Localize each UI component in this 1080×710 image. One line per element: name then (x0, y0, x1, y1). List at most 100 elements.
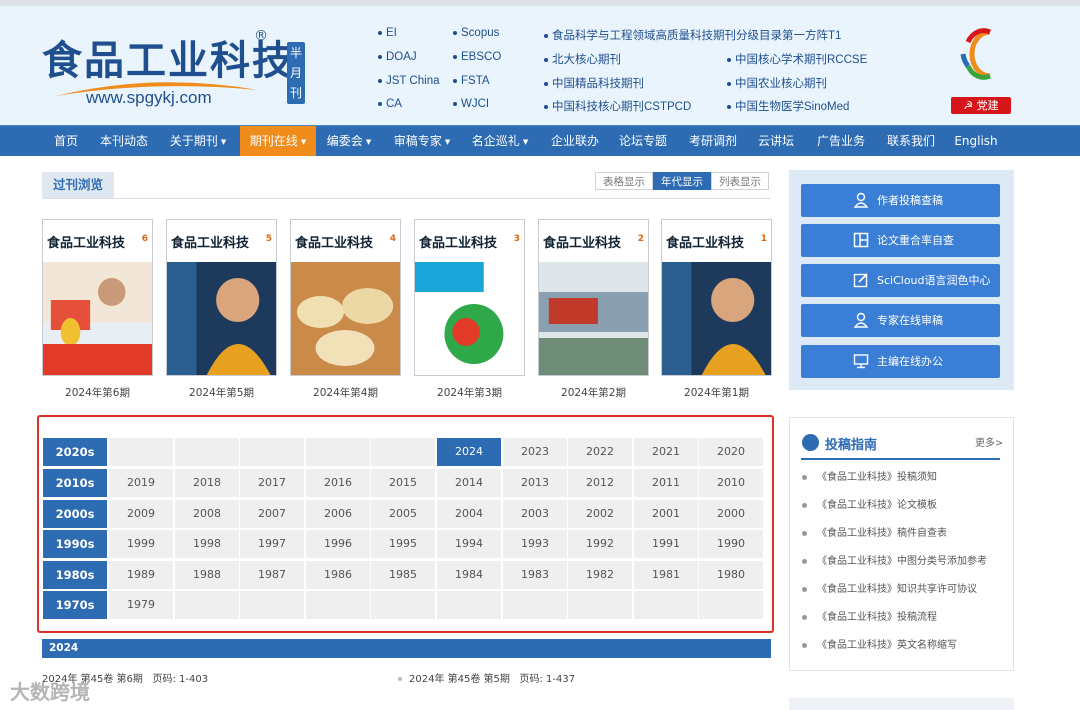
cover-caption[interactable]: 2024年第4期 (290, 385, 401, 400)
year-link[interactable]: 1994 (437, 530, 501, 558)
decade-button[interactable]: 2020s (43, 438, 107, 466)
tab-back-issues[interactable]: 过刊浏览 (42, 172, 114, 198)
cover-caption[interactable]: 2024年第6期 (42, 385, 153, 400)
decade-button[interactable]: 1970s (43, 591, 107, 619)
issue-cover[interactable]: 食品工业科技 2 (538, 219, 649, 376)
nav-item-enterprises[interactable]: 名企巡礼 ▼ (466, 126, 534, 156)
year-link[interactable]: 1999 (109, 530, 173, 558)
guide-link[interactable]: 《食品工业科技》中图分类号添加参考 (802, 552, 987, 567)
nav-item-cooperation[interactable]: 企业联办 (546, 126, 604, 156)
year-link[interactable]: 2012 (568, 469, 632, 497)
year-link[interactable]: 1979 (109, 591, 173, 619)
issue-cover[interactable]: 食品工业科技 5 (166, 219, 277, 376)
nav-item-reviewers[interactable]: 审稿专家 ▼ (388, 126, 456, 156)
year-link[interactable]: 1985 (371, 561, 435, 589)
year-link[interactable]: 1991 (634, 530, 698, 558)
year-link[interactable]: 1982 (568, 561, 632, 589)
year-link[interactable]: 1992 (568, 530, 632, 558)
year-link[interactable]: 1984 (437, 561, 501, 589)
author-submission-button[interactable]: 作者投稿查稿 (801, 184, 1000, 217)
guide-link[interactable]: 《食品工业科技》投稿须知 (802, 468, 937, 483)
year-link[interactable]: 2009 (109, 500, 173, 528)
nav-item-contact[interactable]: 联系我们 (882, 126, 940, 156)
issue-cover[interactable]: 食品工业科技 4 (290, 219, 401, 376)
expert-review-button[interactable]: 专家在线审稿 (801, 304, 1000, 337)
issue-cover[interactable]: 食品工业科技 3 (414, 219, 525, 376)
decade-button[interactable]: 2000s (43, 500, 107, 528)
nav-item-english[interactable]: English (950, 126, 1002, 156)
year-link[interactable]: 2007 (240, 500, 304, 528)
year-link[interactable]: 1981 (634, 561, 698, 589)
year-link[interactable]: 1986 (306, 561, 370, 589)
nav-item-home[interactable]: 首页 (44, 126, 88, 156)
nav-item-cloud-lecture[interactable]: 云讲坛 (752, 126, 800, 156)
year-link[interactable]: 1988 (175, 561, 239, 589)
year-link[interactable]: 2005 (371, 500, 435, 528)
year-link[interactable]: 2008 (175, 500, 239, 528)
year-link[interactable]: 1998 (175, 530, 239, 558)
similarity-check-button[interactable]: 论文重合率自查 (801, 224, 1000, 257)
year-link[interactable]: 2019 (109, 469, 173, 497)
decade-button[interactable]: 1980s (43, 561, 107, 589)
year-link[interactable]: 2023 (503, 438, 567, 466)
year-link[interactable]: 1989 (109, 561, 173, 589)
nav-item-forum[interactable]: 论坛专题 (614, 126, 672, 156)
year-link[interactable]: 2021 (634, 438, 698, 466)
year-link[interactable]: 2024 (437, 438, 501, 466)
more-link[interactable]: 更多> (975, 434, 1003, 449)
issue-cover[interactable]: 食品工业科技 1 (661, 219, 772, 376)
year-link[interactable]: 1990 (699, 530, 763, 558)
nav-item-advertising[interactable]: 广告业务 (812, 126, 870, 156)
year-link[interactable]: 2013 (503, 469, 567, 497)
year-link[interactable]: 1993 (503, 530, 567, 558)
year-link[interactable]: 2002 (568, 500, 632, 528)
year-section-header: 2024 (42, 639, 771, 658)
year-link[interactable]: 2000 (699, 500, 763, 528)
guide-link[interactable]: 《食品工业科技》英文名称缩写 (802, 636, 957, 651)
issue-cover[interactable]: 食品工业科技 6 (42, 219, 153, 376)
year-link[interactable]: 2018 (175, 469, 239, 497)
year-link[interactable]: 1980 (699, 561, 763, 589)
year-link[interactable]: 2014 (437, 469, 501, 497)
nav-item-journal-online[interactable]: 期刊在线 ▼ (240, 126, 316, 156)
decade-view-button[interactable]: 年代显示 (653, 172, 711, 190)
decade-button[interactable]: 2010s (43, 469, 107, 497)
site-logo[interactable]: 食品工业科技 ® www.spgykj.com (42, 28, 302, 114)
year-link[interactable]: 1987 (240, 561, 304, 589)
guide-link[interactable]: 《食品工业科技》投稿流程 (802, 608, 937, 623)
year-link[interactable]: 2001 (634, 500, 698, 528)
year-link[interactable]: 2022 (568, 438, 632, 466)
nav-item-transfer[interactable]: 考研调剂 (684, 126, 742, 156)
cover-caption[interactable]: 2024年第5期 (166, 385, 277, 400)
year-link[interactable]: 2017 (240, 469, 304, 497)
nav-item-about[interactable]: 关于期刊 ▼ (164, 126, 232, 156)
user-icon (853, 312, 869, 328)
year-link[interactable]: 2015 (371, 469, 435, 497)
year-link[interactable]: 2011 (634, 469, 698, 497)
year-link[interactable]: 1983 (503, 561, 567, 589)
party-building-button[interactable]: ☭ 党建 (951, 97, 1011, 114)
issue-list-item[interactable]: 2024年 第45卷 第5期 页码: 1-437 (398, 670, 575, 685)
guide-link[interactable]: 《食品工业科技》稿件自查表 (802, 524, 947, 539)
year-link[interactable]: 1997 (240, 530, 304, 558)
year-link[interactable]: 2004 (437, 500, 501, 528)
year-link[interactable]: 2020 (699, 438, 763, 466)
year-link[interactable]: 2003 (503, 500, 567, 528)
year-link[interactable]: 2010 (699, 469, 763, 497)
cover-caption[interactable]: 2024年第3期 (414, 385, 525, 400)
guide-link[interactable]: 《食品工业科技》论文模板 (802, 496, 937, 511)
editor-office-button[interactable]: 主编在线办公 (801, 345, 1000, 378)
nav-item-news[interactable]: 本刊动态 (96, 126, 152, 156)
list-view-button[interactable]: 列表显示 (711, 172, 769, 190)
cover-caption[interactable]: 2024年第2期 (538, 385, 649, 400)
year-link[interactable]: 2006 (306, 500, 370, 528)
year-link[interactable]: 1995 (371, 530, 435, 558)
nav-item-editorial-board[interactable]: 编委会 ▼ (320, 126, 378, 156)
year-link[interactable]: 2016 (306, 469, 370, 497)
cover-caption[interactable]: 2024年第1期 (661, 385, 772, 400)
table-view-button[interactable]: 表格显示 (595, 172, 653, 190)
decade-button[interactable]: 1990s (43, 530, 107, 558)
year-link[interactable]: 1996 (306, 530, 370, 558)
guide-link[interactable]: 《食品工业科技》知识共享许可协议 (802, 580, 977, 595)
language-polish-button[interactable]: SciCloud语言润色中心 (801, 264, 1000, 297)
